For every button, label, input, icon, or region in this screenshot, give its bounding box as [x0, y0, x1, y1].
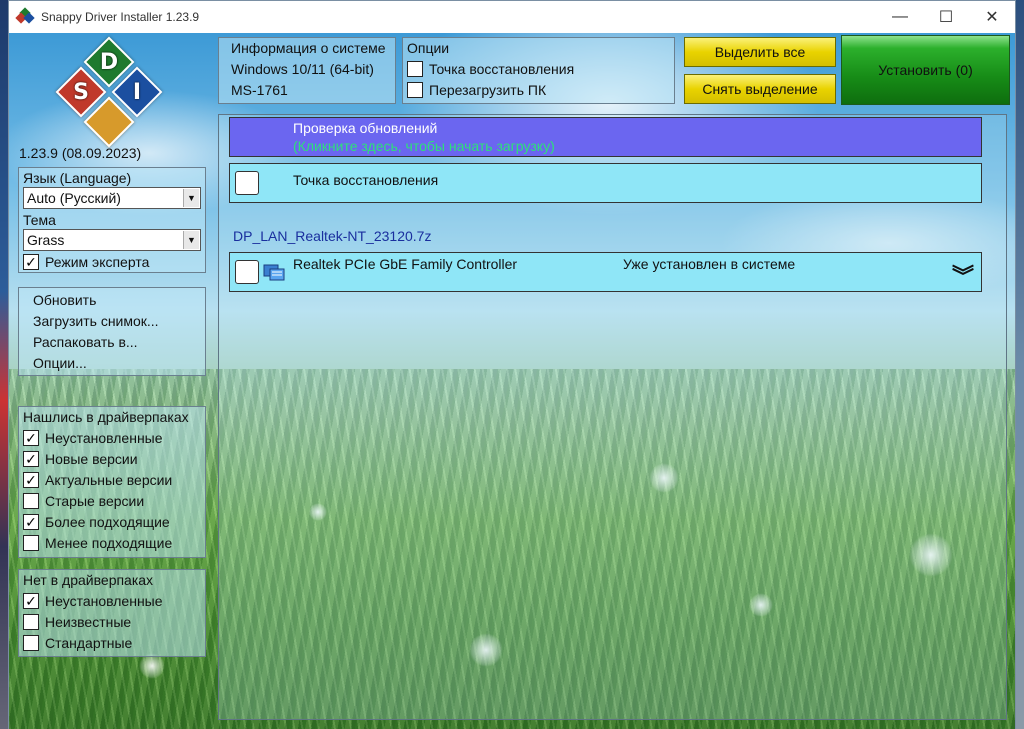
options-panel: Опции Точка восстановления Перезагрузить…	[402, 37, 675, 104]
driverpack-name[interactable]: DP_LAN_Realtek-NT_23120.7z	[233, 228, 431, 244]
notfound-filter-checkbox[interactable]	[23, 635, 39, 651]
notfound-filter-checkbox[interactable]: ✓	[23, 593, 39, 609]
expert-mode-toggle[interactable]: ✓ Режим эксперта	[23, 252, 149, 272]
device-status: Уже установлен в системе	[623, 256, 796, 272]
menu-load-snapshot[interactable]: Загрузить снимок...	[33, 313, 159, 329]
options-title: Опции	[407, 40, 450, 56]
notfound-filter-label: Неизвестные	[45, 614, 132, 630]
found-filter-label: Неустановленные	[45, 430, 163, 446]
menu-extract-to[interactable]: Распаковать в...	[33, 334, 138, 350]
found-filter-label: Менее подходящие	[45, 535, 173, 551]
update-check-title: Проверка обновлений	[293, 120, 438, 136]
language-label: Язык (Language)	[23, 170, 132, 186]
notfound-filters-panel: Нет в драйверпаках ✓ Неустановленные Неизв…	[18, 569, 206, 657]
found-filter-label: Старые версии	[45, 493, 145, 509]
logo-letter-left: S	[73, 79, 89, 105]
desktop-right-edge	[1016, 0, 1024, 729]
restore-point-row[interactable]: Точка восстановления	[229, 163, 982, 203]
notfound-filters-title: Нет в драйверпаках	[23, 572, 154, 588]
expand-chevron-icon[interactable]: ︾	[952, 259, 974, 291]
install-button[interactable]: Установить (0)	[841, 35, 1010, 105]
restore-point-row-checkbox[interactable]	[235, 171, 259, 195]
system-info-title: Информация о системе	[231, 40, 386, 56]
driver-row-checkbox[interactable]	[235, 260, 259, 284]
found-filter-checkbox[interactable]: ✓	[23, 472, 39, 488]
found-filter-item[interactable]: ✓ Новые версии	[23, 449, 138, 469]
settings-panel: Язык (Language) Auto (Русский) ▼ Тема Gr…	[18, 167, 206, 273]
window-title: Snappy Driver Installer 1.23.9	[41, 10, 200, 24]
app-logo: D S I	[55, 36, 163, 148]
desktop-left-edge	[0, 0, 8, 729]
logo-letter-right: I	[132, 79, 142, 105]
found-filter-label: Новые версии	[45, 451, 138, 467]
notfound-filter-item[interactable]: Неизвестные	[23, 612, 131, 632]
minimize-icon: —	[892, 8, 908, 25]
reboot-checkbox[interactable]	[407, 82, 423, 98]
device-name: Realtek PCIe GbE Family Controller	[293, 256, 518, 272]
language-select[interactable]: Auto (Русский) ▼	[23, 187, 201, 209]
app-icon	[15, 7, 35, 25]
theme-label: Тема	[23, 212, 56, 228]
client-area: D S I 1.23.9 (08.09.2023) Язык (Language…	[9, 33, 1015, 729]
restore-point-checkbox[interactable]	[407, 61, 423, 77]
found-filter-checkbox[interactable]: ✓	[23, 430, 39, 446]
found-filter-checkbox[interactable]	[23, 493, 39, 509]
found-filters-panel: Нашлись в драйверпаках ✓ Неустановленные ✓…	[18, 406, 206, 558]
title-bar[interactable]: Snappy Driver Installer 1.23.9 — ☐ ✕	[9, 1, 1015, 33]
expert-mode-label: Режим эксперта	[45, 254, 150, 270]
expert-mode-checkbox[interactable]: ✓	[23, 254, 39, 270]
network-adapter-icon	[263, 263, 285, 281]
maximize-button[interactable]: ☐	[923, 1, 969, 33]
close-button[interactable]: ✕	[969, 1, 1015, 33]
notfound-filter-item[interactable]: Стандартные	[23, 633, 132, 653]
driver-list-area: Проверка обновлений (Кликните здесь, что…	[218, 114, 1007, 720]
language-value: Auto (Русский)	[27, 190, 121, 206]
restore-point-label: Точка восстановления	[429, 61, 575, 77]
version-label: 1.23.9 (08.09.2023)	[19, 145, 142, 161]
chevron-down-icon[interactable]: ▼	[183, 189, 199, 207]
found-filter-checkbox[interactable]: ✓	[23, 514, 39, 530]
found-filter-item[interactable]: ✓ Более подходящие	[23, 512, 170, 532]
notfound-filter-item[interactable]: ✓ Неустановленные	[23, 591, 163, 611]
found-filter-label: Актуальные версии	[45, 472, 173, 488]
notfound-filter-label: Неустановленные	[45, 593, 163, 609]
menu-options[interactable]: Опции...	[33, 355, 87, 371]
driver-row[interactable]: Realtek PCIe GbE Family Controller Уже у…	[229, 252, 982, 292]
notfound-filter-checkbox[interactable]	[23, 614, 39, 630]
restore-point-row-label: Точка восстановления	[293, 172, 439, 188]
theme-select[interactable]: Grass ▼	[23, 229, 201, 251]
close-icon: ✕	[985, 9, 999, 26]
found-filters-title: Нашлись в драйверпаках	[23, 409, 189, 425]
actions-menu-panel: Обновить Загрузить снимок... Распаковать…	[18, 287, 206, 376]
reboot-option[interactable]: Перезагрузить ПК	[407, 80, 546, 100]
found-filter-checkbox[interactable]: ✓	[23, 451, 39, 467]
system-model: MS-1761	[231, 82, 288, 98]
found-filter-item[interactable]: ✓ Актуальные версии	[23, 470, 172, 490]
found-filter-checkbox[interactable]	[23, 535, 39, 551]
chevron-down-icon[interactable]: ▼	[183, 231, 199, 249]
reboot-label: Перезагрузить ПК	[429, 82, 547, 98]
found-filter-item[interactable]: Старые версии	[23, 491, 144, 511]
update-check-row[interactable]: Проверка обновлений (Кликните здесь, что…	[229, 117, 982, 157]
system-info-panel: Информация о системе Windows 10/11 (64-b…	[218, 37, 396, 104]
notfound-filter-label: Стандартные	[45, 635, 133, 651]
found-filter-item[interactable]: Менее подходящие	[23, 533, 172, 553]
minimize-button[interactable]: —	[877, 1, 923, 33]
select-all-button[interactable]: Выделить все	[684, 37, 836, 67]
found-filter-label: Более подходящие	[45, 514, 170, 530]
menu-refresh[interactable]: Обновить	[33, 292, 96, 308]
deselect-button[interactable]: Снять выделение	[684, 74, 836, 104]
system-os: Windows 10/11 (64-bit)	[231, 61, 374, 77]
update-check-hint: (Кликните здесь, чтобы начать загрузку)	[293, 138, 555, 154]
app-window: Snappy Driver Installer 1.23.9 — ☐ ✕ D S…	[8, 0, 1016, 729]
theme-value: Grass	[27, 232, 65, 248]
maximize-icon: ☐	[938, 9, 954, 26]
found-filter-item[interactable]: ✓ Неустановленные	[23, 428, 163, 448]
restore-point-option[interactable]: Точка восстановления	[407, 59, 574, 79]
